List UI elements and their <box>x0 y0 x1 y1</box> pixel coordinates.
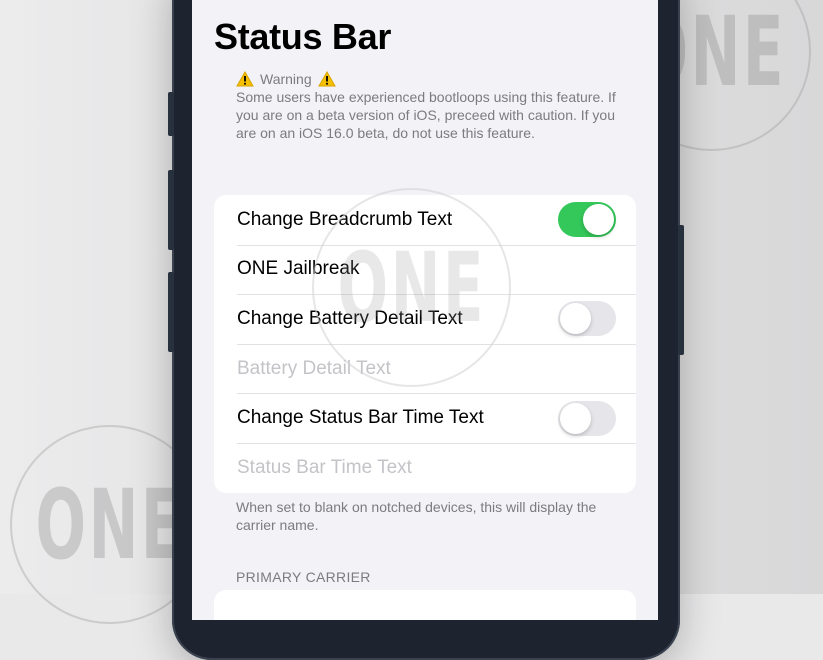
breadcrumb-text-value: ONE Jailbreak <box>237 258 360 280</box>
settings-row-label: Change Battery Detail Text <box>237 307 463 329</box>
battery-detail-toggle[interactable] <box>558 301 616 337</box>
settings-row-change-breadcrumb: Change Breadcrumb Text <box>214 195 636 245</box>
toggle-knob <box>560 303 591 335</box>
breadcrumb-text-field[interactable]: ONE Jailbreak <box>214 244 636 295</box>
battery-detail-text-field[interactable]: Battery Detail Text <box>214 343 636 394</box>
settings-footer-note: When set to blank on notched devices, th… <box>236 499 597 533</box>
phone-side-button <box>168 92 174 136</box>
page-title: Status Bar <box>214 16 392 57</box>
status-bar-time-text-field[interactable]: Status Bar Time Text <box>214 442 636 493</box>
warning-block: Warning Some users have experienced boot… <box>236 70 626 142</box>
primary-carrier-group <box>214 590 636 620</box>
status-bar-time-toggle[interactable] <box>558 400 616 436</box>
warning-body: Some users have experienced bootloops us… <box>236 89 616 141</box>
status-bar-time-placeholder: Status Bar Time Text <box>237 456 412 478</box>
warning-heading: Warning <box>236 70 626 88</box>
section-header-primary-carrier: PRIMARY CARRIER <box>236 569 371 585</box>
settings-row-label: Change Breadcrumb Text <box>237 208 453 230</box>
settings-row-change-battery-detail: Change Battery Detail Text <box>214 294 636 344</box>
settings-group: Change Breadcrumb Text ONE Jailbreak Cha… <box>214 195 636 493</box>
phone-screen: Status Bar Warning Some users have exper… <box>192 0 658 620</box>
toggle-knob <box>560 402 591 434</box>
phone-power-button <box>678 225 684 355</box>
phone-volume-up-button <box>168 170 174 250</box>
breadcrumb-toggle[interactable] <box>558 202 616 238</box>
settings-row-label: Change Status Bar Time Text <box>237 407 484 429</box>
phone-volume-down-button <box>168 272 174 352</box>
settings-row-change-status-bar-time: Change Status Bar Time Text <box>214 393 636 443</box>
toggle-knob <box>583 204 614 236</box>
warning-icon <box>317 71 336 87</box>
warning-heading-text: Warning <box>260 71 312 87</box>
battery-detail-placeholder: Battery Detail Text <box>237 357 391 379</box>
warning-icon <box>236 71 254 87</box>
